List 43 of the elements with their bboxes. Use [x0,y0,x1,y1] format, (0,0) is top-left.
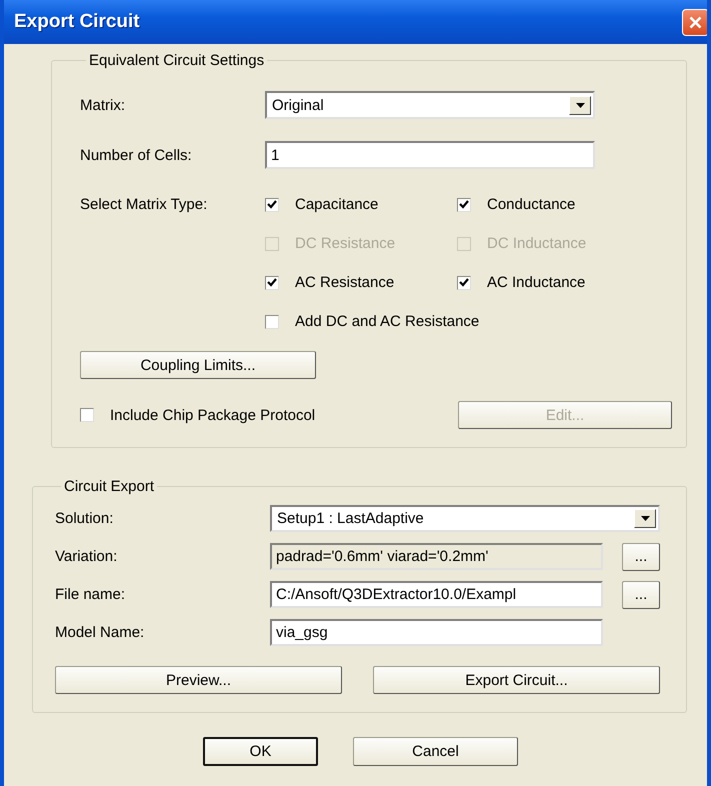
field-label: Select Matrix Type: [80,196,208,213]
checkbox-label: Include Chip Package Protocol [110,406,316,424]
checkbox-label: Conductance [487,196,576,213]
cancel-button[interactable]: Cancel [353,737,518,766]
close-icon [689,16,702,28]
field-label: Matrix: [80,96,126,114]
coupling-limits-button[interactable]: Coupling Limits... [80,351,316,379]
checkbox-label: Add DC and AC Resistance [295,313,480,330]
checkbox[interactable] [265,198,279,212]
input-field[interactable]: C:/Ansoft/Q3DExtractor10.0/Exampl [270,581,603,608]
window-title: Export Circuit [14,11,140,33]
field-label: File name: [55,586,126,603]
input-field[interactable]: via_gsg [270,619,603,646]
dropdown-button[interactable] [634,509,656,528]
close-button[interactable] [682,8,707,36]
browse-button[interactable]: ... [622,580,660,608]
input-field[interactable]: 1 [265,141,595,169]
group-label: Circuit Export [64,478,154,495]
field-label: Number of Cells: [80,146,193,164]
field-label: Model Name: [55,624,146,641]
dropdown[interactable]: Setup1 : LastAdaptive [270,505,660,532]
preview-button[interactable]: Preview... [55,666,342,694]
caret-icon [640,516,650,521]
checkbox[interactable] [265,276,279,290]
checkbox-label: DC Inductance [487,235,586,252]
dropdown[interactable]: Original [265,91,595,119]
checkbox-label: Capacitance [295,196,378,213]
export-button[interactable]: Export Circuit... [373,666,660,694]
checkbox-label: AC Resistance [295,274,394,291]
caret-icon [576,102,584,108]
field-label: Solution: [55,510,114,527]
checkbox-label: AC Inductance [487,274,586,291]
field-label: Variation: [55,548,118,565]
dropdown-button[interactable] [569,96,591,114]
input-field[interactable]: padrad='0.6mm' viarad='0.2mm' [270,543,603,570]
checkbox[interactable] [457,198,471,212]
checkbox[interactable] [80,408,94,422]
checkbox[interactable] [265,314,279,328]
group-label: Equivalent Circuit Settings [89,52,264,69]
browse-button[interactable]: ... [622,542,660,570]
checkbox[interactable] [457,276,471,290]
ok-button[interactable]: OK [203,737,318,766]
checkbox-label: DC Resistance [295,235,396,252]
